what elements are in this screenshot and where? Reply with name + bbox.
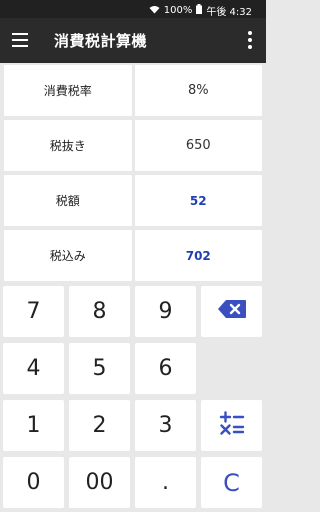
key-0[interactable]: 0 [3, 457, 64, 508]
operators-icon [219, 410, 245, 442]
clock: 午後 4:32 [206, 7, 252, 18]
more-options-icon[interactable] [248, 31, 252, 49]
key-3[interactable]: 3 [135, 400, 196, 451]
tax-amount-value: 52 [134, 175, 262, 226]
key-5[interactable]: 5 [69, 343, 130, 394]
key-2[interactable]: 2 [69, 400, 130, 451]
pre-tax-label: 税抜き [4, 120, 132, 171]
backspace-button[interactable] [201, 286, 262, 337]
battery-percent: 100% [163, 5, 193, 16]
wifi-icon [149, 5, 160, 17]
key-8[interactable]: 8 [69, 286, 130, 337]
app-title: 消費税計算機 [54, 32, 148, 50]
menu-icon[interactable] [12, 33, 28, 47]
pre-tax-value[interactable]: 650 [134, 120, 262, 171]
key-1[interactable]: 1 [3, 400, 64, 451]
tax-rate-value[interactable]: 8% [134, 65, 262, 116]
tax-rate-label: 消費税率 [4, 65, 132, 116]
key-4[interactable]: 4 [3, 343, 64, 394]
clear-button[interactable]: C [201, 457, 262, 508]
tax-amount-row: 税額 52 [4, 175, 262, 226]
operators-button[interactable] [201, 400, 262, 451]
battery-icon [196, 4, 203, 17]
status-bar: 100% 午後 4:32 [0, 0, 266, 18]
key-00[interactable]: 00 [69, 457, 130, 508]
key-9[interactable]: 9 [135, 286, 196, 337]
tax-included-value: 702 [134, 230, 262, 281]
decimal-point-key[interactable]: . [135, 457, 196, 508]
empty-key-slot [201, 343, 262, 394]
app-bar: 消費税計算機 [0, 18, 266, 63]
backspace-icon [217, 299, 247, 325]
key-6[interactable]: 6 [135, 343, 196, 394]
tax-amount-label: 税額 [4, 175, 132, 226]
key-7[interactable]: 7 [3, 286, 64, 337]
tax-rate-row: 消費税率 8% [4, 65, 262, 116]
tax-included-row: 税込み 702 [4, 230, 262, 281]
pre-tax-row: 税抜き 650 [4, 120, 262, 171]
tax-included-label: 税込み [4, 230, 132, 281]
